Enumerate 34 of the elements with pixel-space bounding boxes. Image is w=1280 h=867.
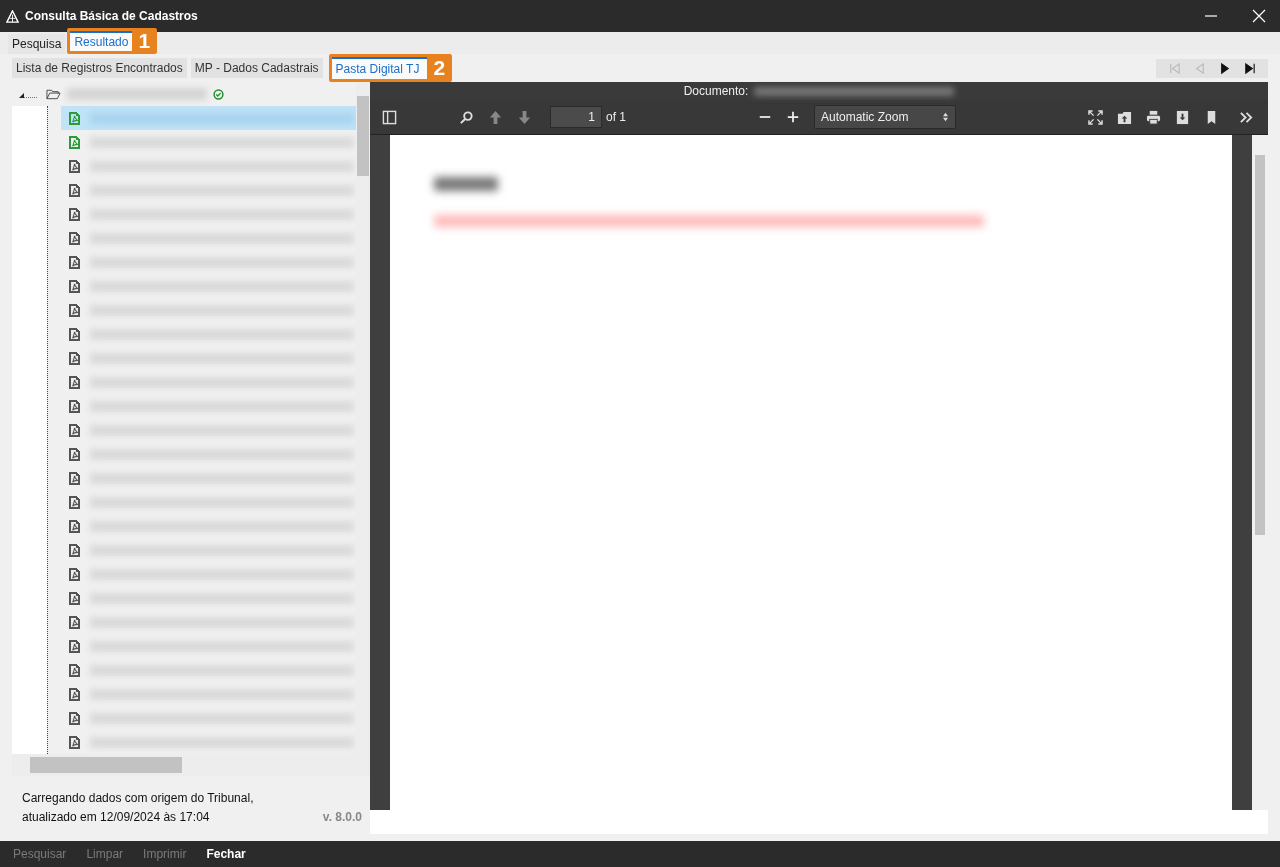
print-icon[interactable] — [1146, 109, 1161, 125]
open-file-icon[interactable] — [1117, 109, 1132, 125]
page-count: of 1 — [606, 110, 626, 124]
search-icon[interactable] — [459, 109, 474, 125]
more-tools-icon[interactable] — [1239, 109, 1254, 125]
page-number-field[interactable]: 1 — [550, 106, 602, 128]
folder-icon — [46, 88, 61, 100]
tab[interactable]: Lista de Registros Encontrados — [12, 58, 187, 78]
status-text: Carregando dados com origem do Tribunal, — [22, 790, 255, 807]
tab[interactable]: Pasta Digital TJ — [331, 57, 428, 79]
up-arrow-icon[interactable] — [488, 109, 503, 125]
check-circle-icon — [213, 88, 224, 100]
close-icon[interactable] — [1252, 9, 1266, 23]
down-arrow-icon[interactable] — [517, 109, 532, 125]
app-logo-icon — [6, 9, 19, 23]
vertical-scrollbar[interactable] — [1252, 135, 1268, 810]
status-text: atualizado em 12/09/2024 às 17:04 — [22, 809, 211, 826]
tree-item[interactable] — [61, 106, 356, 130]
zoom-select[interactable]: Automatic Zoom — [814, 105, 956, 129]
footer-button[interactable]: Fechar — [199, 847, 253, 861]
tab[interactable]: Resultado — [70, 31, 133, 51]
blurred-heading — [434, 177, 498, 191]
last-record-icon[interactable] — [1243, 61, 1256, 75]
fullscreen-icon[interactable] — [1088, 109, 1103, 125]
document-label: Documento: — [683, 84, 749, 98]
zoom-in-icon[interactable] — [786, 110, 800, 124]
sidebar-toggle-icon[interactable] — [382, 109, 397, 125]
window-title: Consulta Básica de Cadastros — [25, 9, 198, 23]
tab[interactable]: Pesquisa — [8, 34, 66, 54]
version-label: v. 8.0.0 — [322, 809, 362, 826]
next-record-icon[interactable] — [1218, 61, 1231, 75]
tab[interactable]: MP - Dados Cadastrais — [190, 58, 323, 78]
download-icon[interactable] — [1175, 109, 1190, 125]
select-arrows-icon — [942, 112, 949, 122]
